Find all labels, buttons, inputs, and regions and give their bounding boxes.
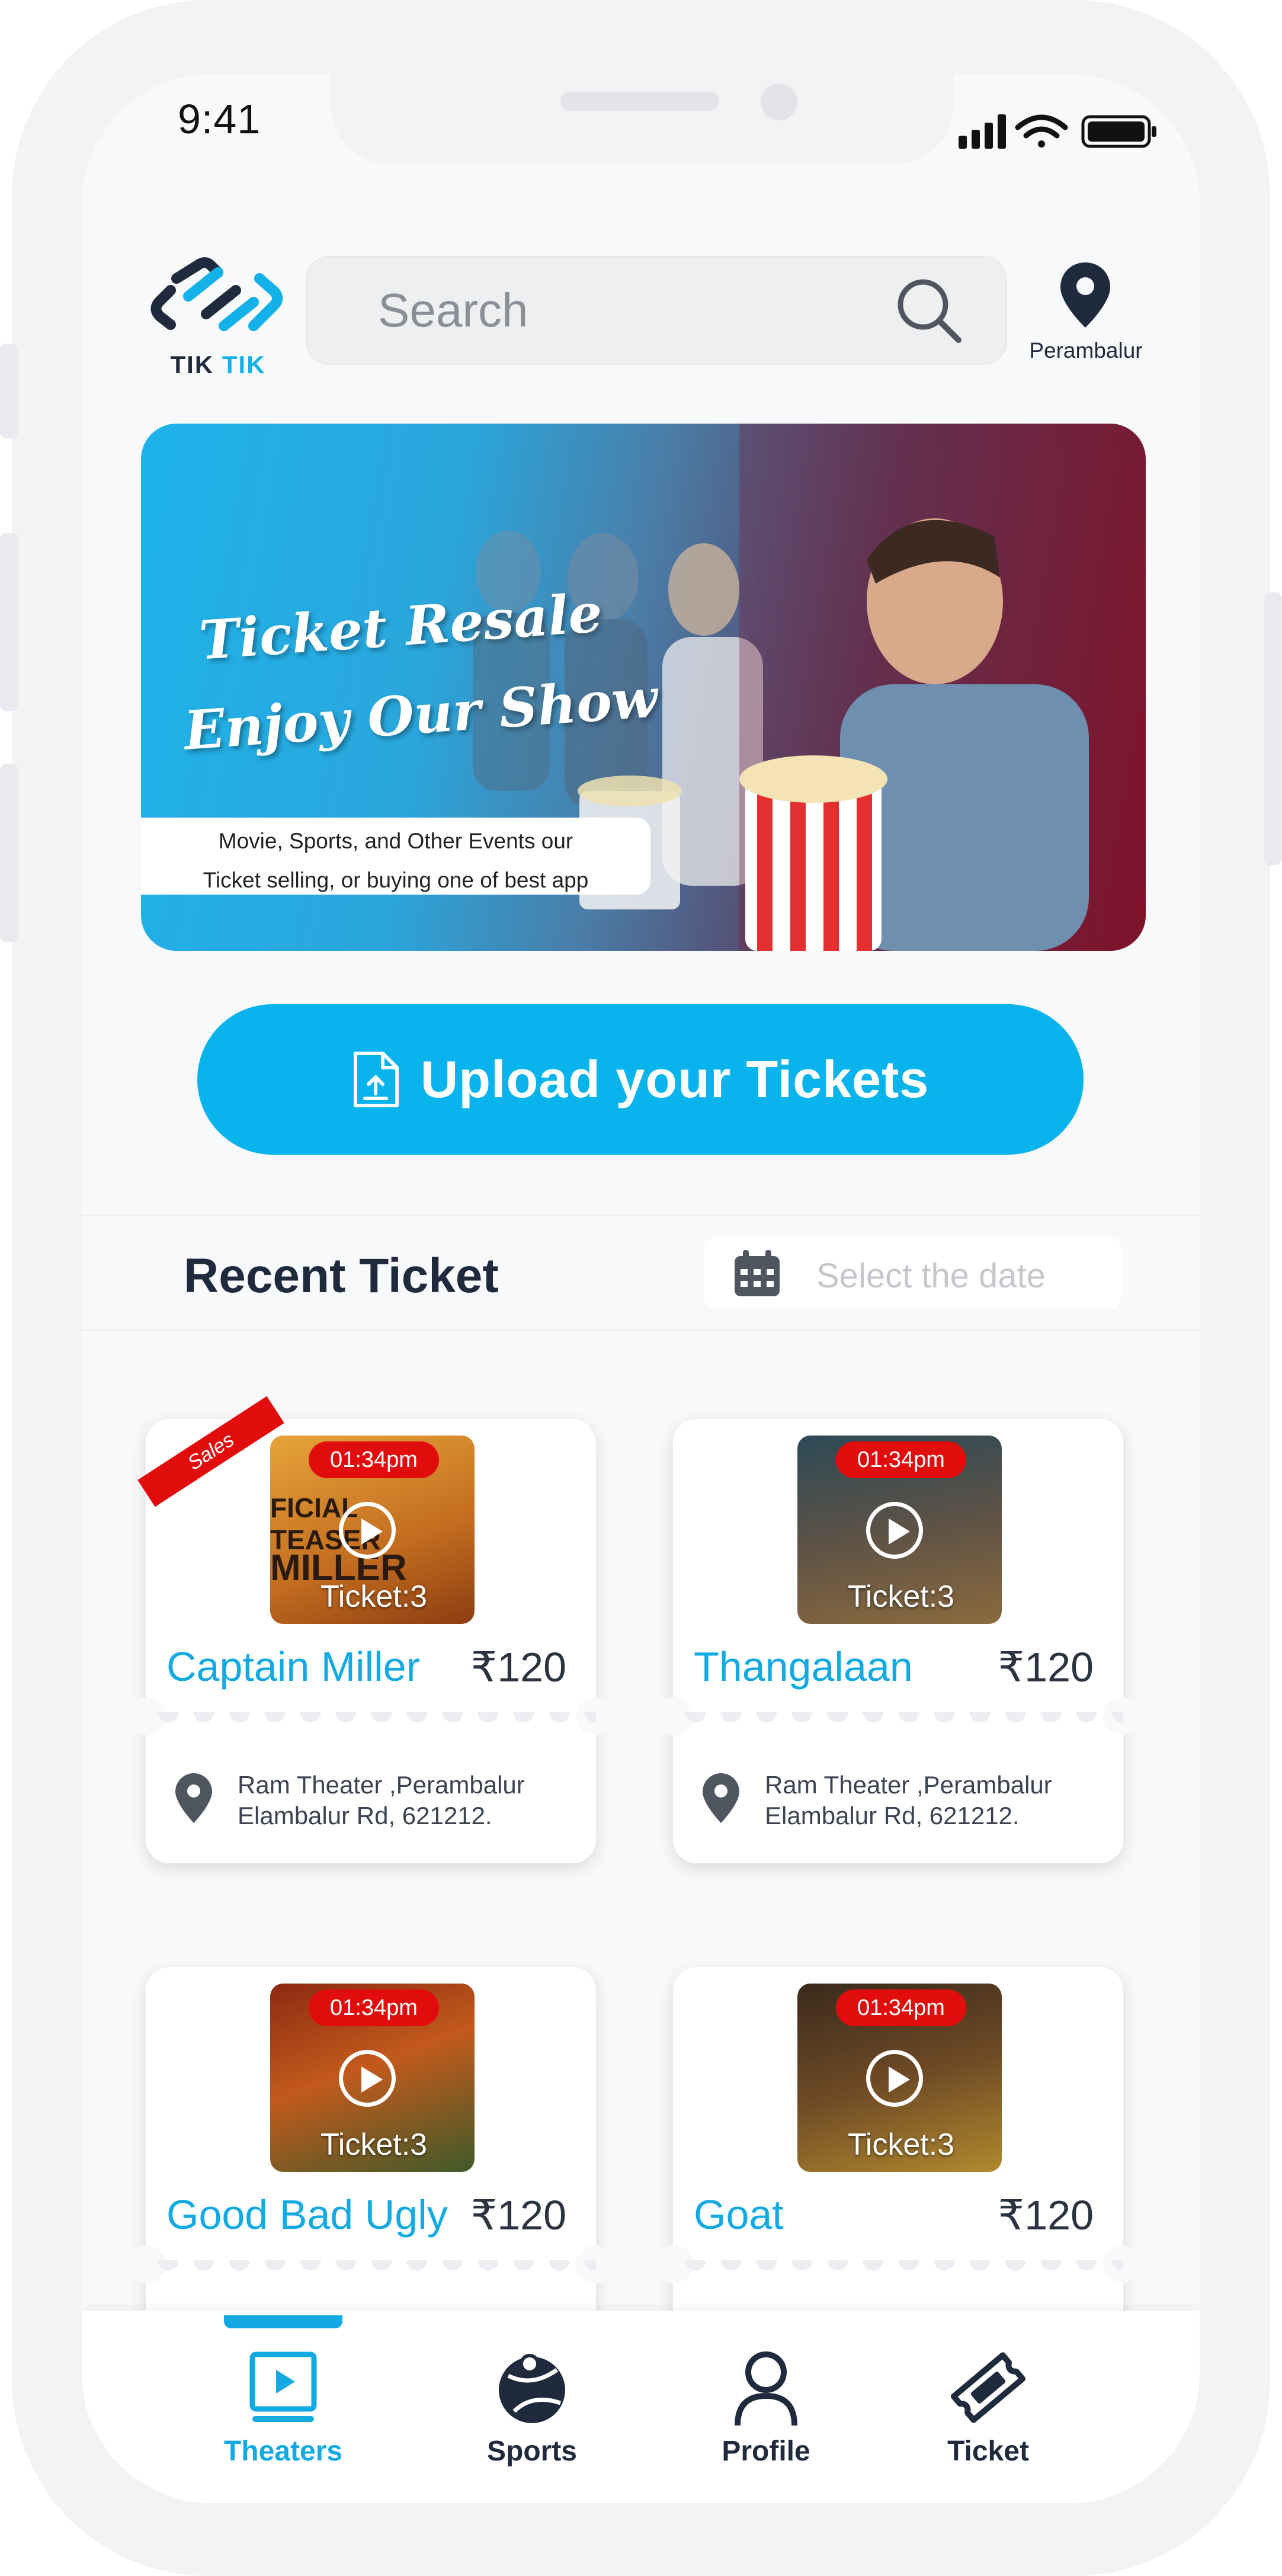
- address-line-2: Elambalur Rd, 621212.: [238, 1802, 492, 1830]
- status-icons: [959, 114, 1156, 149]
- play-icon[interactable]: [866, 2050, 923, 2107]
- ticket-price: ₹120: [470, 2192, 566, 2238]
- bottom-nav: Theaters Sports Profile Ticket: [82, 2311, 1200, 2503]
- profile-icon: [735, 2351, 797, 2426]
- venue-address: Ram Theater ,Perambalur Elambalur Rd, 62…: [765, 1770, 1052, 1831]
- section-title: Recent Ticket: [184, 1249, 499, 1303]
- search-input[interactable]: Search: [378, 283, 528, 338]
- search-bar[interactable]: Search: [306, 256, 1007, 365]
- recent-ticket-header: Recent Ticket Select the date: [82, 1215, 1200, 1331]
- venue-address: Ram Theater ,Perambalur Elambalur Rd, 62…: [238, 1770, 525, 1831]
- sales-badge: Sales: [137, 1396, 284, 1507]
- file-upload-icon: [353, 1052, 399, 1107]
- ticket-count: Ticket:3: [847, 1579, 955, 1614]
- notch: [331, 74, 954, 164]
- ticket-perforation: [673, 1712, 1123, 1755]
- play-icon[interactable]: [339, 2050, 396, 2107]
- battery-icon: [1081, 115, 1156, 148]
- movie-title[interactable]: Captain Miller: [166, 1643, 420, 1690]
- active-tab-indicator: [224, 2315, 342, 2328]
- speaker: [560, 92, 719, 111]
- power-button: [1264, 592, 1282, 865]
- camera: [761, 84, 797, 120]
- address-line-1: Ram Theater ,Perambalur: [765, 1771, 1052, 1799]
- nav-item-profile[interactable]: Profile: [689, 2346, 843, 2468]
- play-icon[interactable]: [339, 1502, 396, 1559]
- upload-tickets-label: Upload your Tickets: [420, 1050, 930, 1108]
- ticket-card[interactable]: FICIAL TEASER MILLER 01:34pm Ticket:3 Sa…: [128, 1396, 614, 1863]
- location-pin-icon[interactable]: [1060, 262, 1110, 328]
- banner-caption-line-2: Ticket selling, or buying one of best ap…: [203, 868, 589, 892]
- play-screen-icon: [249, 2351, 317, 2422]
- ticket-count: Ticket:3: [320, 1579, 428, 1614]
- ticket-price: ₹120: [998, 1644, 1094, 1690]
- ticket-price: ₹120: [470, 1644, 566, 1690]
- sports-icon: [499, 2354, 565, 2423]
- nav-item-sports[interactable]: Sports: [455, 2346, 609, 2468]
- calendar-icon: [735, 1250, 780, 1296]
- logo-text-accent: TIK: [222, 351, 266, 379]
- ticket-card[interactable]: 01:34pm Ticket:3 Thangalaan ₹120 Ram The…: [655, 1419, 1141, 1863]
- search-icon[interactable]: [893, 275, 964, 346]
- location-pin-icon: [175, 1773, 212, 1823]
- ticket-count: Ticket:3: [847, 2128, 955, 2162]
- logo-mark-icon: [150, 257, 283, 331]
- time-badge: 01:34pm: [836, 1989, 966, 2026]
- movie-title[interactable]: Goat: [694, 2191, 784, 2238]
- status-time: 9:41: [178, 96, 261, 142]
- nav-item-ticket[interactable]: Ticket: [911, 2346, 1065, 2468]
- logo-text-dark: TIK: [170, 351, 214, 379]
- movie-title[interactable]: Thangalaan: [694, 1643, 913, 1690]
- nav-item-theaters[interactable]: Theaters: [206, 2346, 360, 2468]
- hero-banner[interactable]: Ticket Resale Enjoy Our Show Movie, Spor…: [141, 424, 1146, 951]
- signal-icon: [959, 114, 1006, 149]
- ticket-price: ₹120: [998, 2192, 1094, 2238]
- banner-caption-line-1: Movie, Sports, and Other Events our: [218, 829, 573, 853]
- location-pin-icon: [703, 1773, 739, 1823]
- date-placeholder[interactable]: Select the date: [816, 1256, 1046, 1296]
- nav-label: Theaters: [223, 2436, 343, 2467]
- ticket-count: Ticket:3: [320, 2128, 428, 2162]
- nav-label: Profile: [722, 2436, 810, 2467]
- volume-down-button: [0, 764, 18, 942]
- phone-screen: 9:41 TIK TIK Search Perambalur Ticket Re…: [82, 74, 1200, 2503]
- ticket-icon: [950, 2352, 1026, 2423]
- time-badge: 01:34pm: [836, 1441, 966, 1478]
- time-badge: 01:34pm: [309, 1989, 439, 2026]
- nav-label: Sports: [486, 2436, 577, 2467]
- time-badge: 01:34pm: [309, 1441, 439, 1478]
- ticket-perforation: [146, 2260, 596, 2303]
- logo-text: TIK TIK: [147, 351, 289, 379]
- ticket-perforation: [146, 1712, 596, 1755]
- upload-tickets-button[interactable]: Upload your Tickets: [197, 1004, 1084, 1155]
- volume-up-button: [0, 533, 18, 711]
- side-button: [0, 344, 18, 438]
- nav-label: Ticket: [947, 2436, 1029, 2467]
- address-line-2: Elambalur Rd, 621212.: [765, 1802, 1020, 1830]
- date-picker[interactable]: Select the date: [704, 1237, 1121, 1308]
- ticket-perforation: [673, 2260, 1123, 2303]
- wifi-icon: [1015, 114, 1068, 148]
- location-label[interactable]: Perambalur: [1006, 338, 1166, 363]
- movie-title[interactable]: Good Bad Ugly: [166, 2191, 448, 2238]
- banner-caption: Movie, Sports, and Other Events our Tick…: [141, 818, 650, 895]
- address-line-1: Ram Theater ,Perambalur: [238, 1771, 525, 1799]
- app-logo[interactable]: TIK TIK: [147, 255, 289, 382]
- play-icon[interactable]: [866, 1502, 923, 1559]
